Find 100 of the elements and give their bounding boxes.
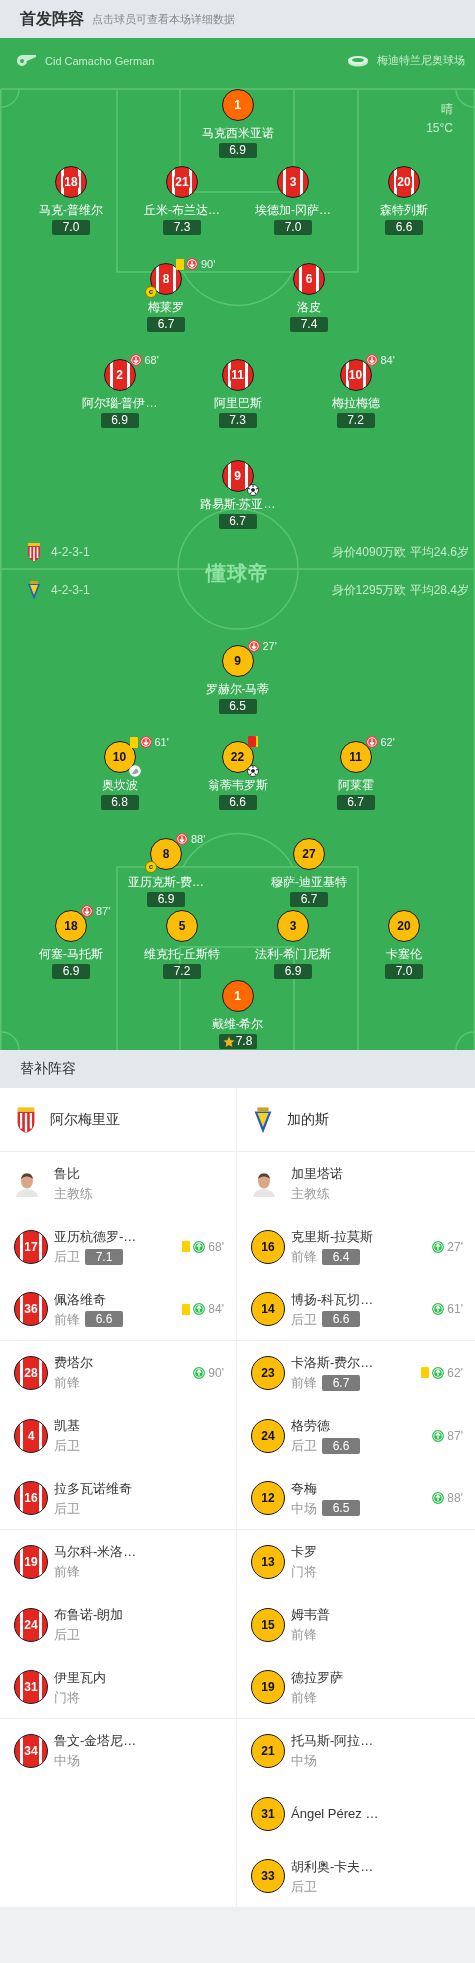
player-name: 法利-希门尼斯 xyxy=(255,946,331,962)
player-name: 梅莱罗 xyxy=(148,299,184,315)
shirt-number[interactable]: 19 xyxy=(14,1544,48,1579)
shirt-number[interactable]: 28 xyxy=(14,1355,48,1390)
player-name: 阿里巴斯 xyxy=(213,395,262,411)
player-position: 前锋 xyxy=(54,1374,80,1391)
coach-avatar xyxy=(251,1170,277,1197)
substitution-off-icon xyxy=(365,354,378,366)
player-name: 马克西米亚诺 xyxy=(201,125,274,141)
player-name: 夸梅 xyxy=(291,1479,318,1497)
player-position: 中场 xyxy=(291,1752,317,1769)
coach-name: 鲁比 xyxy=(54,1165,81,1182)
player-rating: 7.4 xyxy=(290,317,328,332)
shirt-number[interactable]: 12 xyxy=(251,1481,285,1515)
player-name: 姆韦普 xyxy=(291,1606,330,1623)
shirt-number[interactable]: 3 xyxy=(277,910,309,942)
substitution-minute: 84' xyxy=(208,1302,224,1316)
player-name: 克里斯-拉莫斯 xyxy=(291,1228,374,1245)
substitution-on-icon xyxy=(432,1240,445,1253)
shirt-number[interactable]: 14 xyxy=(251,1292,285,1326)
player-name: 亚历克斯-费… xyxy=(128,874,204,890)
player-position: 后卫 xyxy=(54,1626,80,1643)
shirt-number[interactable]: 36 xyxy=(14,1292,48,1326)
player-rating: 6.6 xyxy=(322,1311,360,1327)
substitution-off-icon xyxy=(176,833,188,845)
shirt-number[interactable]: 11 xyxy=(221,359,254,391)
player-rating: 7.0 xyxy=(385,964,423,979)
shirt-number[interactable]: 6 xyxy=(293,263,325,295)
player-rating: 7.3 xyxy=(163,220,201,235)
player-name: 鲁文-金塔尼… xyxy=(54,1732,137,1749)
shirt-number[interactable]: 24 xyxy=(251,1418,285,1453)
shirt-number[interactable]: 16 xyxy=(251,1229,285,1264)
shirt-number[interactable]: 18 xyxy=(55,166,87,198)
substitution-on-icon xyxy=(432,1366,445,1379)
substitution-minute: 88' xyxy=(191,833,206,845)
shirt-number[interactable]: 20 xyxy=(388,910,420,942)
shirt-number[interactable]: 24 xyxy=(14,1607,48,1642)
substitution-minute: 87' xyxy=(447,1428,463,1443)
player-rating: 7.0 xyxy=(52,220,90,235)
shirt-number[interactable]: 31 xyxy=(251,1796,285,1831)
pitch-logo: 懂球帝 xyxy=(206,561,269,586)
player-name: 卡洛斯-费尔… xyxy=(291,1354,374,1371)
player-rating: 6.6 xyxy=(385,220,423,235)
player-name: 胡利奥-卡夫… xyxy=(291,1857,374,1875)
player-position: 前锋 xyxy=(291,1374,317,1391)
player-rating: 6.6 xyxy=(218,795,257,810)
substitution-minute: 61' xyxy=(154,736,169,748)
player-position: 前锋 xyxy=(291,1688,317,1706)
shirt-number[interactable]: 23 xyxy=(251,1355,285,1390)
coach-role: 主教练 xyxy=(54,1185,93,1202)
substitution-on-icon xyxy=(193,1303,206,1315)
shirt-number[interactable]: 11 xyxy=(339,741,372,773)
substitution-on-icon xyxy=(193,1240,206,1253)
section-title: 替补阵容 xyxy=(20,1060,76,1078)
player-rating: 7.0 xyxy=(274,220,312,235)
shirt-number[interactable]: 5 xyxy=(166,910,198,942)
shirt-number[interactable]: 9 xyxy=(221,460,254,492)
shirt-number[interactable]: 4 xyxy=(14,1418,48,1453)
shirt-number[interactable]: 13 xyxy=(251,1544,285,1579)
weather-text: 晴 xyxy=(441,101,453,118)
shirt-number[interactable]: 27 xyxy=(293,838,325,870)
player-rating: 6.5 xyxy=(218,699,257,714)
shirt-number[interactable]: 21 xyxy=(251,1733,285,1768)
shirt-number[interactable]: 2 xyxy=(103,359,136,391)
shirt-number[interactable]: 16 xyxy=(14,1481,48,1515)
shirt-number[interactable]: 17 xyxy=(14,1229,48,1264)
shirt-number[interactable]: 19 xyxy=(251,1670,285,1704)
shirt-number[interactable]: 10 xyxy=(103,741,136,773)
player-rating: 6.7 xyxy=(218,514,257,529)
substitution-on-icon xyxy=(432,1429,445,1442)
substitution-minute: 90' xyxy=(201,258,216,270)
player-rating: 7.8 xyxy=(218,1034,257,1049)
substitution-minute: 61' xyxy=(447,1302,463,1316)
player-rating: 6.7 xyxy=(322,1374,360,1391)
player-rating: 7.2 xyxy=(163,964,201,979)
shirt-number[interactable]: 10 xyxy=(339,359,372,391)
player-name: 阿尔瑙-普伊… xyxy=(81,395,158,411)
substitution-minute: 87' xyxy=(96,905,111,917)
player-position: 门将 xyxy=(291,1563,317,1580)
shirt-number[interactable]: 33 xyxy=(251,1859,285,1893)
substitution-off-icon xyxy=(139,736,152,748)
shirt-number[interactable]: 34 xyxy=(14,1733,48,1768)
shirt-number[interactable]: 18 xyxy=(55,910,87,942)
player-rating: 6.7 xyxy=(336,795,375,810)
player-name: 埃德加-冈萨… xyxy=(255,202,331,218)
player-name: 布鲁诺-朗加 xyxy=(54,1606,124,1623)
shirt-number[interactable]: 31 xyxy=(14,1670,48,1704)
substitution-minute: 68' xyxy=(208,1239,224,1254)
player-name: 凯基 xyxy=(54,1417,80,1434)
player-rating: 6.8 xyxy=(100,795,139,810)
player-rating: 6.9 xyxy=(52,964,90,979)
shirt-number[interactable]: 21 xyxy=(166,166,198,198)
player-position: 后卫 xyxy=(54,1499,80,1517)
shirt-number[interactable]: 3 xyxy=(277,166,309,198)
shirt-number[interactable]: 15 xyxy=(251,1607,285,1642)
shirt-number[interactable]: 9 xyxy=(221,645,254,677)
shirt-number[interactable]: 20 xyxy=(388,166,420,198)
stadium-name: 梅迪特兰尼奥球场 xyxy=(377,53,465,68)
formation-text: 4-2-3-1 xyxy=(51,583,90,597)
shirt-number[interactable]: 22 xyxy=(221,741,254,773)
